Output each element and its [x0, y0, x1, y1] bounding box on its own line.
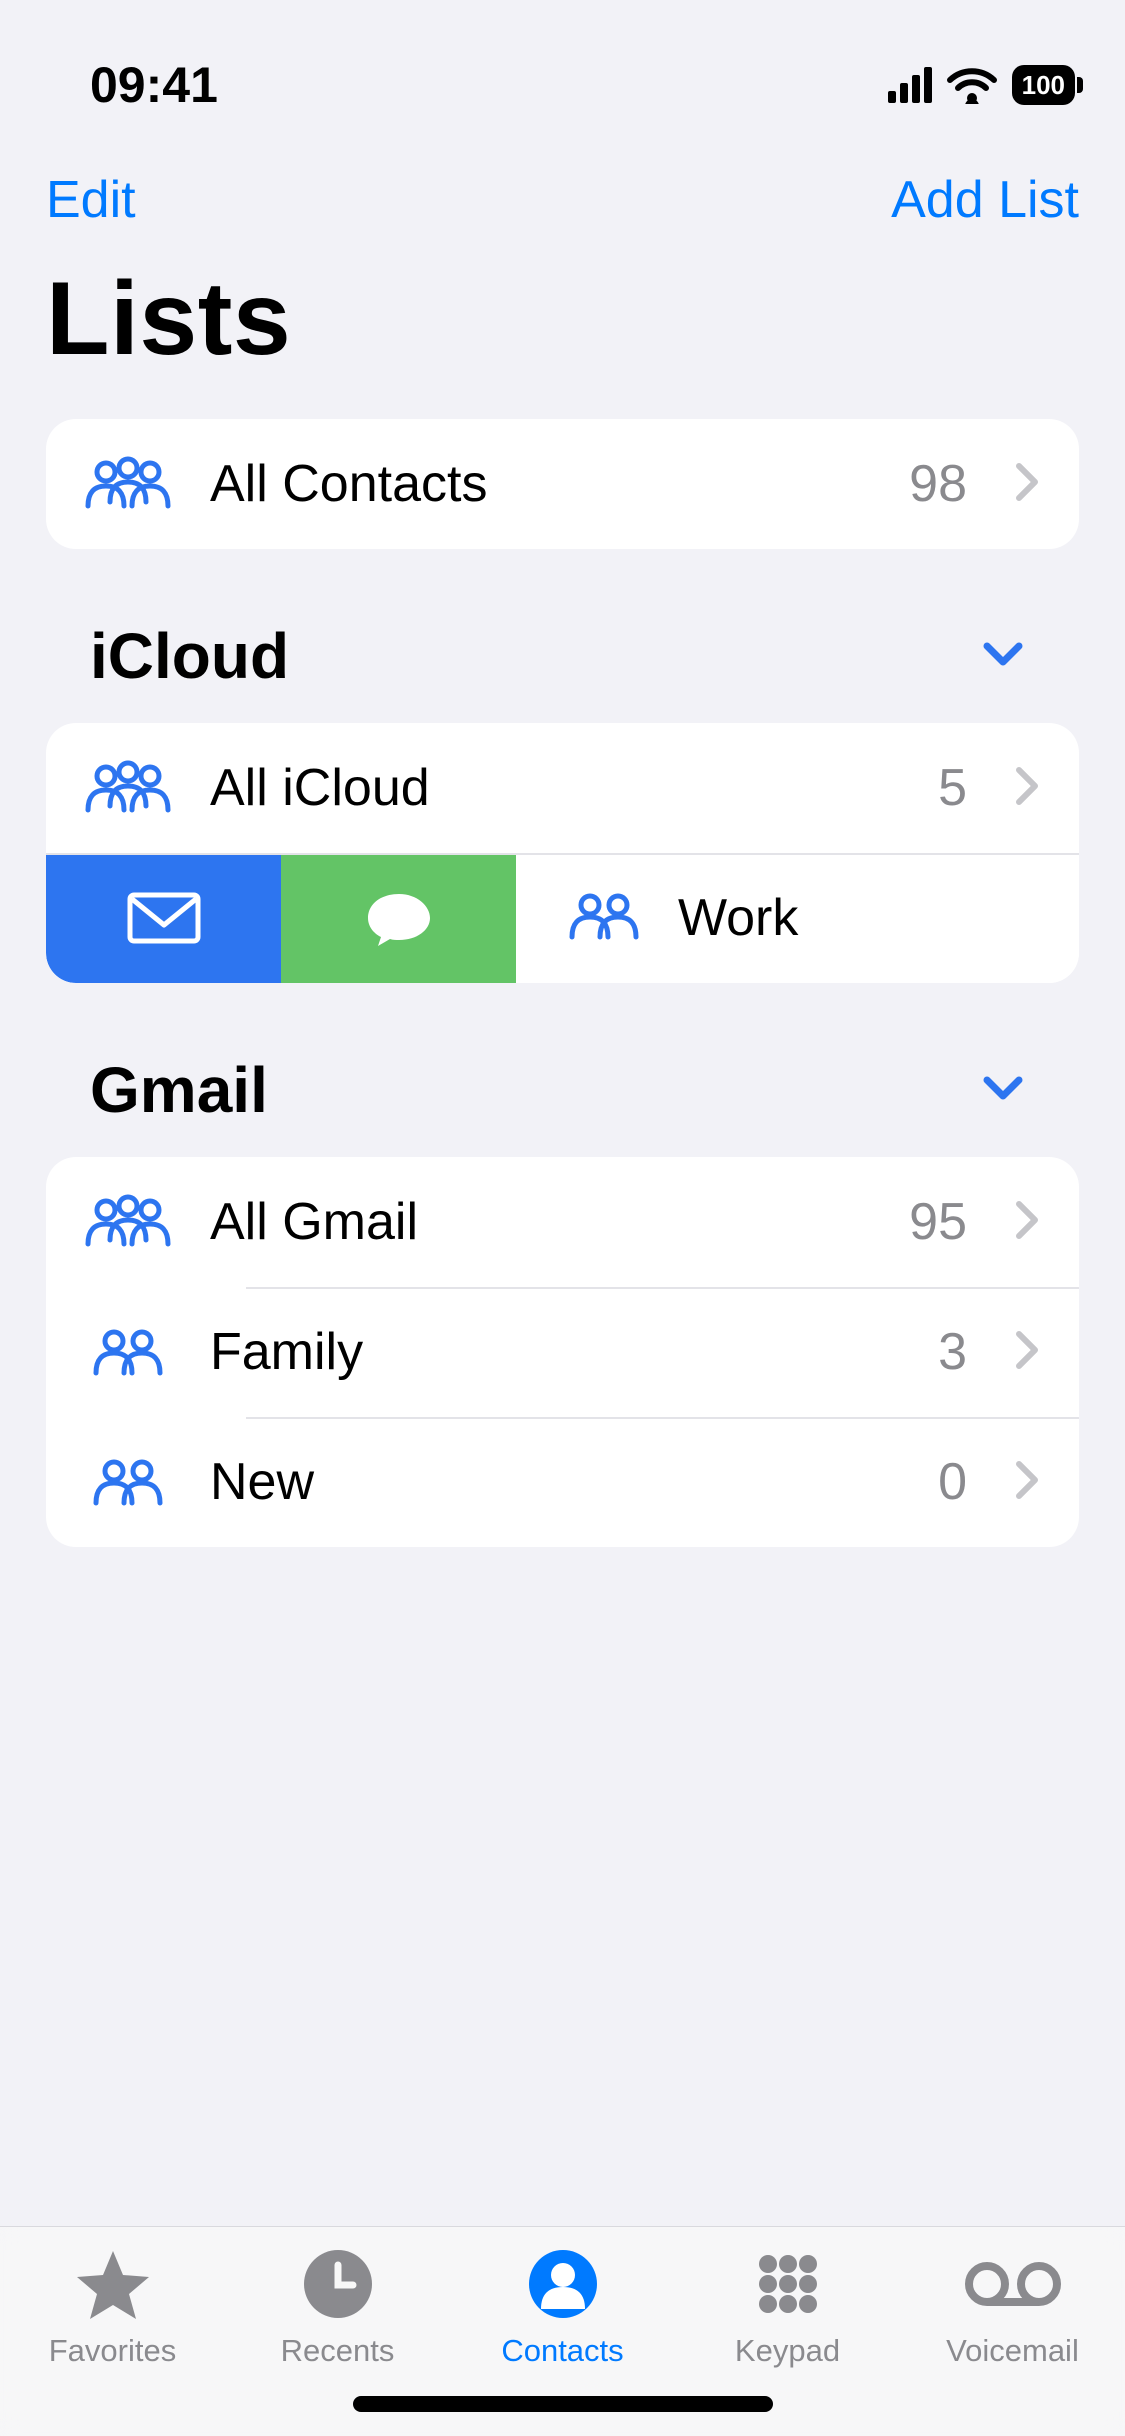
- list-row-label: Work: [678, 888, 1043, 948]
- home-indicator[interactable]: [353, 2396, 773, 2412]
- people-2-icon: [82, 1327, 174, 1377]
- list-row-label: All Gmail: [210, 1192, 873, 1252]
- people-3-icon: [82, 760, 174, 816]
- section-title: iCloud: [90, 619, 289, 693]
- add-list-button[interactable]: Add List: [891, 170, 1079, 230]
- swipe-action-mail[interactable]: [46, 853, 281, 983]
- list-row-count: 95: [909, 1192, 967, 1252]
- edit-button[interactable]: Edit: [46, 170, 136, 230]
- tab-voicemail[interactable]: Voicemail: [900, 2245, 1125, 2436]
- chevron-right-icon: [1015, 1200, 1043, 1245]
- list-row-work[interactable]: Work: [516, 853, 1079, 983]
- cellular-icon: [888, 67, 932, 103]
- section-header-icloud: iCloud: [46, 619, 1079, 723]
- chevron-right-icon: [1015, 462, 1043, 507]
- tab-label: Favorites: [49, 2333, 176, 2369]
- list-row-work-swiped: Work: [46, 853, 1079, 983]
- list-row-label: All iCloud: [210, 758, 902, 818]
- status-time: 09:41: [90, 56, 218, 114]
- page-title: Lists: [0, 250, 1125, 419]
- status-bar: 09:41 100: [0, 0, 1125, 130]
- message-icon: [364, 888, 434, 948]
- mail-icon: [126, 891, 202, 945]
- wifi-icon: [946, 66, 998, 104]
- list-row-all-gmail[interactable]: All Gmail 95: [46, 1157, 1079, 1287]
- tab-label: Contacts: [501, 2333, 623, 2369]
- battery-level: 100: [1022, 70, 1065, 101]
- icloud-card: All iCloud 5: [46, 723, 1079, 983]
- list-row-count: 98: [909, 454, 967, 514]
- list-row-count: 3: [938, 1322, 967, 1382]
- people-3-icon: [82, 456, 174, 512]
- tab-label: Voicemail: [946, 2333, 1079, 2369]
- clock-icon: [301, 2245, 375, 2323]
- tab-favorites[interactable]: Favorites: [0, 2245, 225, 2436]
- people-2-icon: [82, 1457, 174, 1507]
- content: All Contacts 98 iCloud: [0, 419, 1125, 1547]
- keypad-icon: [751, 2245, 825, 2323]
- all-contacts-card: All Contacts 98: [46, 419, 1079, 549]
- chevron-right-icon: [1015, 1460, 1043, 1505]
- tab-label: Recents: [281, 2333, 395, 2369]
- tab-label: Keypad: [735, 2333, 840, 2369]
- list-row-label: New: [210, 1452, 902, 1512]
- collapse-toggle-icloud[interactable]: [971, 630, 1035, 683]
- chevron-down-icon: [981, 1074, 1025, 1102]
- chevron-down-icon: [981, 640, 1025, 668]
- collapse-toggle-gmail[interactable]: [971, 1064, 1035, 1117]
- contact-icon: [526, 2245, 600, 2323]
- people-3-icon: [82, 1194, 174, 1250]
- gmail-card: All Gmail 95 Family 3: [46, 1157, 1079, 1547]
- list-row-all-icloud[interactable]: All iCloud 5: [46, 723, 1079, 853]
- list-row-label: All Contacts: [210, 454, 873, 514]
- list-row-family[interactable]: Family 3: [46, 1287, 1079, 1417]
- list-row-new[interactable]: New 0: [46, 1417, 1079, 1547]
- section-header-gmail: Gmail: [46, 1053, 1079, 1157]
- list-row-all-contacts[interactable]: All Contacts 98: [46, 419, 1079, 549]
- star-icon: [74, 2245, 152, 2323]
- list-row-count: 0: [938, 1452, 967, 1512]
- battery-icon: 100: [1012, 65, 1075, 105]
- list-row-label: Family: [210, 1322, 902, 1382]
- swipe-action-message[interactable]: [281, 853, 516, 983]
- chevron-right-icon: [1015, 766, 1043, 811]
- list-row-count: 5: [938, 758, 967, 818]
- status-icons: 100: [888, 65, 1075, 105]
- nav-header: Edit Add List: [0, 130, 1125, 250]
- voicemail-icon: [963, 2245, 1063, 2323]
- section-title: Gmail: [90, 1053, 268, 1127]
- chevron-right-icon: [1015, 1330, 1043, 1375]
- people-2-icon: [566, 891, 642, 946]
